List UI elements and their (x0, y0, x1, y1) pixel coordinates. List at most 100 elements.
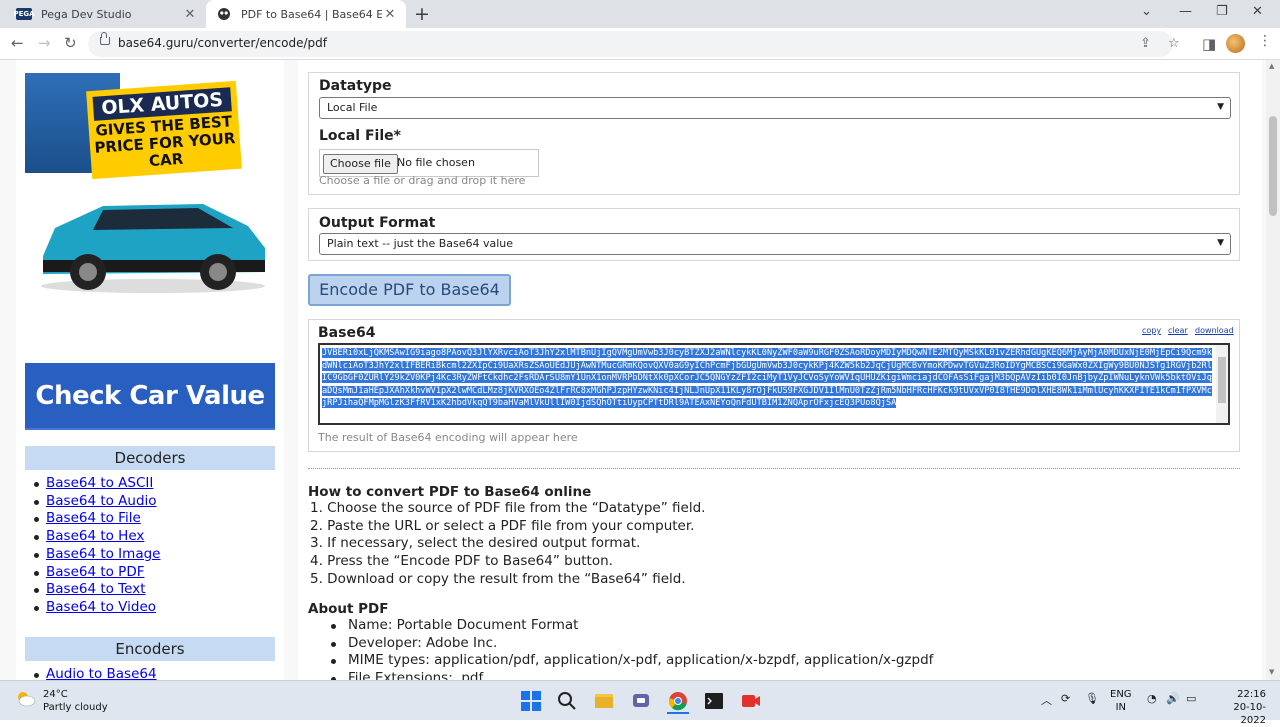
lang-secondary: IN (1115, 702, 1126, 713)
tab-strip: PEGA Pega Dev Studio ✕ PDF to Base64 | B… (0, 0, 1280, 28)
bookmark-star-icon[interactable]: ☆ (1168, 36, 1180, 51)
minimize-icon[interactable]: — (1179, 4, 1192, 19)
windows-start-icon[interactable] (520, 690, 542, 712)
scroll-thumb[interactable] (1269, 116, 1277, 216)
chevron-up-icon[interactable]: ︿ (1041, 692, 1052, 708)
chrome-icon[interactable] (667, 690, 689, 714)
close-window-icon[interactable]: ✕ (1252, 4, 1263, 19)
output-format-select[interactable]: Plain text -- just the Base64 value ▼ (319, 233, 1231, 255)
scroll-thumb[interactable] (1218, 357, 1226, 403)
temperature: 24°C (43, 689, 68, 700)
tab-pdf-to-base64[interactable]: PDF to Base64 | Base64 Encode | ✕ (206, 0, 406, 28)
decoder-link[interactable]: Base64 to Video (46, 599, 156, 615)
decoders-list: Base64 to ASCII Base64 to Audio Base64 t… (33, 475, 160, 617)
base64-label: Base64 (318, 325, 376, 341)
clear-link[interactable]: clear (1168, 326, 1188, 335)
list-item: Base64 to Hex (33, 528, 160, 546)
base64-output-textarea[interactable]: JVBERi0xLjQKMSAwIG9iago8PAovQ3JlYXRvciAo… (318, 343, 1230, 425)
weather-widget[interactable]: 24°C Partly cloudy (43, 688, 108, 714)
decoder-link[interactable]: Base64 to Audio (46, 493, 157, 509)
wifi-icon[interactable]: ◔ (1147, 692, 1157, 705)
lang-primary: ENG (1110, 689, 1132, 700)
file-explorer-icon[interactable] (593, 690, 615, 712)
weather-icon[interactable] (14, 689, 36, 707)
new-tab-icon[interactable]: + (414, 3, 430, 25)
datatype-value: Local File (327, 101, 378, 114)
decoder-link[interactable]: Base64 to ASCII (46, 475, 153, 491)
choose-file-button[interactable]: Choose file (323, 154, 398, 174)
decoder-link[interactable]: Base64 to Image (46, 546, 160, 562)
pega-favicon-icon: PEGA (13, 8, 35, 20)
list-item: Base64 to File (33, 510, 160, 528)
ad-banner: OLX AUTOS GIVES THE BEST PRICE FOR YOUR … (86, 80, 242, 180)
battery-icon[interactable]: ▭ (1186, 692, 1196, 705)
maximize-icon[interactable]: ❐ (1216, 4, 1228, 19)
base64-output-text: JVBERi0xLjQKMSAwIG9iago8PAovQ3JlYXRvciAo… (322, 347, 1214, 410)
page-scrollbar[interactable]: ▲ ▼ (1266, 60, 1280, 680)
back-icon[interactable]: ← (11, 34, 24, 52)
no-file-text: No file chosen (397, 156, 475, 169)
copy-link[interactable]: copy (1142, 326, 1161, 335)
weather-condition: Partly cloudy (43, 702, 108, 713)
taskbar: 24°C Partly cloudy ︿ ⟳ 🎙 ENG IN ◔ 🔊 ▭ 22… (0, 680, 1280, 726)
tab-search-icon[interactable]: ⌄ (1141, 4, 1152, 19)
scroll-up-icon[interactable]: ▲ (1269, 62, 1274, 70)
decoder-link[interactable]: Base64 to Hex (46, 528, 144, 544)
time: 22:16 (1237, 689, 1266, 700)
textarea-scrollbar[interactable] (1216, 345, 1228, 423)
output-format-label: Output Format (319, 215, 436, 231)
list-item: Base64 to ASCII (33, 475, 160, 493)
decoder-link[interactable]: Base64 to Text (46, 581, 146, 597)
list-item: 5. Download or copy the result from the … (310, 570, 686, 587)
decoder-link[interactable]: Base64 to File (46, 510, 141, 526)
menu-kebab-icon[interactable]: ⋮ (1258, 33, 1272, 49)
language-indicator[interactable]: ENG IN (1110, 688, 1132, 714)
sync-icon[interactable]: ⟳ (1061, 692, 1070, 705)
forward-icon[interactable]: → (38, 34, 51, 52)
teams-chat-icon[interactable] (630, 690, 652, 712)
olx-autos-ad[interactable]: OLX AUTOS GIVES THE BEST PRICE FOR YOUR … (25, 68, 275, 308)
volume-icon[interactable]: 🔊 (1166, 692, 1180, 705)
file-input[interactable]: Choose file No file chosen (319, 149, 539, 177)
encoder-link[interactable]: Audio to Base64 (46, 666, 157, 680)
check-car-value-ad[interactable]: Check Car Value (25, 363, 275, 430)
list-item: 2. Paste the URL or select a PDF file fr… (310, 517, 695, 534)
list-item: Audio to Base64 (34, 666, 157, 680)
reload-icon[interactable]: ↻ (64, 34, 77, 52)
list-item: 3. If necessary, select the desired outp… (310, 535, 641, 552)
download-link[interactable]: download (1195, 326, 1234, 335)
ad-text: Check Car Value (35, 380, 265, 411)
close-tab-icon[interactable]: ✕ (182, 7, 198, 22)
car-image (41, 204, 265, 293)
video-recorder-icon[interactable] (740, 690, 762, 712)
url-text: base64.guru/converter/encode/pdf (118, 36, 327, 50)
owl-icon (216, 8, 232, 20)
scroll-down-icon[interactable]: ▼ (1269, 668, 1274, 676)
microphone-icon[interactable]: 🎙 (1085, 692, 1099, 705)
terminal-icon[interactable] (703, 690, 725, 712)
about-list: Name: Portable Document Format Developer… (330, 617, 933, 680)
decoders-header: Decoders (25, 446, 275, 470)
howto-title: How to convert PDF to Base64 online (308, 484, 592, 500)
datatype-select[interactable]: Local File ▼ (319, 97, 1231, 119)
tab-pega-dev-studio[interactable]: PEGA Pega Dev Studio ✕ (6, 0, 206, 28)
search-icon[interactable] (556, 690, 578, 712)
tab-title: Pega Dev Studio (41, 7, 132, 21)
decoder-link[interactable]: Base64 to PDF (46, 564, 145, 580)
encoders-header: Encoders (25, 637, 275, 661)
close-tab-icon[interactable]: ✕ (382, 7, 398, 22)
chevron-down-icon: ▼ (1217, 238, 1224, 248)
local-file-label: Local File* (319, 128, 401, 144)
list-item: Base64 to Image (33, 546, 160, 564)
clock[interactable]: 22:16 20-10-2022 (1228, 688, 1266, 727)
input-section: Datatype Local File ▼ Local File* Choose… (308, 72, 1240, 195)
profile-avatar[interactable] (1226, 34, 1245, 53)
page-content: OLX AUTOS GIVES THE BEST PRICE FOR YOUR … (0, 60, 1280, 680)
datatype-label: Datatype (319, 78, 392, 94)
address-bar[interactable]: base64.guru/converter/encode/pdf ⇪ ☆ (88, 31, 1180, 57)
side-panel-icon[interactable]: ◨ (1202, 35, 1216, 53)
encode-button[interactable]: Encode PDF to Base64 (308, 274, 511, 306)
section-divider (308, 468, 1240, 469)
about-title: About PDF (308, 601, 389, 617)
share-icon[interactable]: ⇪ (1140, 36, 1151, 51)
